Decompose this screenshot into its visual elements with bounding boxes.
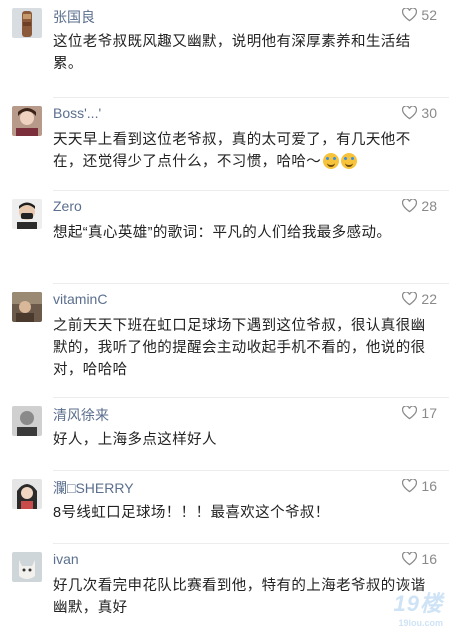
comment-text: 这位老爷叔既风趣又幽默，说明他有深厚素养和生活结累。 [53, 34, 411, 72]
username[interactable]: ivan [53, 551, 79, 567]
like-count: 22 [421, 291, 437, 307]
like-count: 16 [421, 551, 437, 567]
comment-text: 天天早上看到这位老爷叔，真的太可爱了，有几天他不在，还觉得少了点什么，不习惯，哈… [53, 132, 411, 170]
comment-text: 之前天天下班在虹口足球场下遇到这位爷叔，很认真很幽默的，我听了他的提醒会主动收起… [53, 318, 426, 378]
like-button[interactable]: 16 [402, 551, 437, 567]
girl-avatar-icon[interactable] [12, 479, 42, 509]
comment-item: 瀾□SHERRY 16 8号线虹口足球场！！！最喜欢这个爷叔！ [0, 471, 449, 544]
laughing-tears-emoji-icon [341, 153, 358, 169]
heart-icon [402, 199, 418, 213]
comment-item: Zero 28 想起“真心英雄”的歌词：平凡的人们给我最多感动。 [0, 191, 449, 284]
heart-icon [402, 406, 418, 420]
username[interactable]: Zero [53, 198, 82, 214]
heart-icon [402, 479, 418, 493]
comment-item: 清风徐来 17 好人，上海多点这样好人 [0, 398, 449, 471]
heart-icon [402, 8, 418, 22]
site-watermark: 19楼 19lou.com [394, 586, 443, 628]
username[interactable]: 瀾□SHERRY [53, 478, 134, 498]
username[interactable]: 清风徐来 [53, 405, 109, 425]
like-count: 52 [421, 7, 437, 23]
person-avatar-icon[interactable] [12, 106, 42, 136]
portrait-avatar-icon[interactable] [12, 406, 42, 436]
like-button[interactable]: 22 [402, 291, 437, 307]
comment-item: 张国良 52 这位老爷叔既风趣又幽默，说明他有深厚素养和生活结累。 [0, 0, 449, 98]
cat-avatar-icon[interactable] [12, 552, 42, 582]
watermark-brand: 19楼 [393, 591, 443, 616]
comment-text: 好人，上海多点这样好人 [53, 432, 217, 448]
like-button[interactable]: 52 [402, 7, 437, 23]
heart-icon [402, 106, 418, 120]
comment-item: vitaminC 22 之前天天下班在虹口足球场下遇到这位爷叔，很认真很幽默的，… [0, 284, 449, 398]
username[interactable]: Boss'...' [53, 105, 101, 121]
like-button[interactable]: 16 [402, 478, 437, 494]
username[interactable]: vitaminC [53, 291, 107, 307]
like-count: 28 [421, 198, 437, 214]
like-count: 30 [421, 105, 437, 121]
photo-avatar-icon[interactable] [12, 292, 42, 322]
comment-item: Boss'...' 30 天天早上看到这位老爷叔，真的太可爱了，有几天他不在，还… [0, 98, 449, 191]
like-count: 16 [421, 478, 437, 494]
like-button[interactable]: 28 [402, 198, 437, 214]
comment-text: 好几次看完申花队比赛看到他，特有的上海老爷叔的诙谐幽默，真好 [53, 578, 426, 616]
heart-icon [402, 552, 418, 566]
laughing-tears-emoji-icon [323, 153, 340, 169]
like-count: 17 [421, 405, 437, 421]
username[interactable]: 张国良 [53, 7, 95, 27]
comment-item: ivan 16 好几次看完申花队比赛看到他，特有的上海老爷叔的诙谐幽默，真好 [0, 544, 449, 632]
comment-text: 想起“真心英雄”的歌词：平凡的人们给我最多感动。 [53, 225, 392, 241]
comment-text: 8号线虹口足球场！！！最喜欢这个爷叔！ [53, 505, 330, 521]
like-button[interactable]: 30 [402, 105, 437, 121]
heart-icon [402, 292, 418, 306]
masked-man-avatar-icon[interactable] [12, 199, 42, 229]
totem-avatar-icon[interactable] [12, 8, 42, 38]
watermark-domain: 19lou.com [398, 618, 443, 628]
like-button[interactable]: 17 [402, 405, 437, 421]
